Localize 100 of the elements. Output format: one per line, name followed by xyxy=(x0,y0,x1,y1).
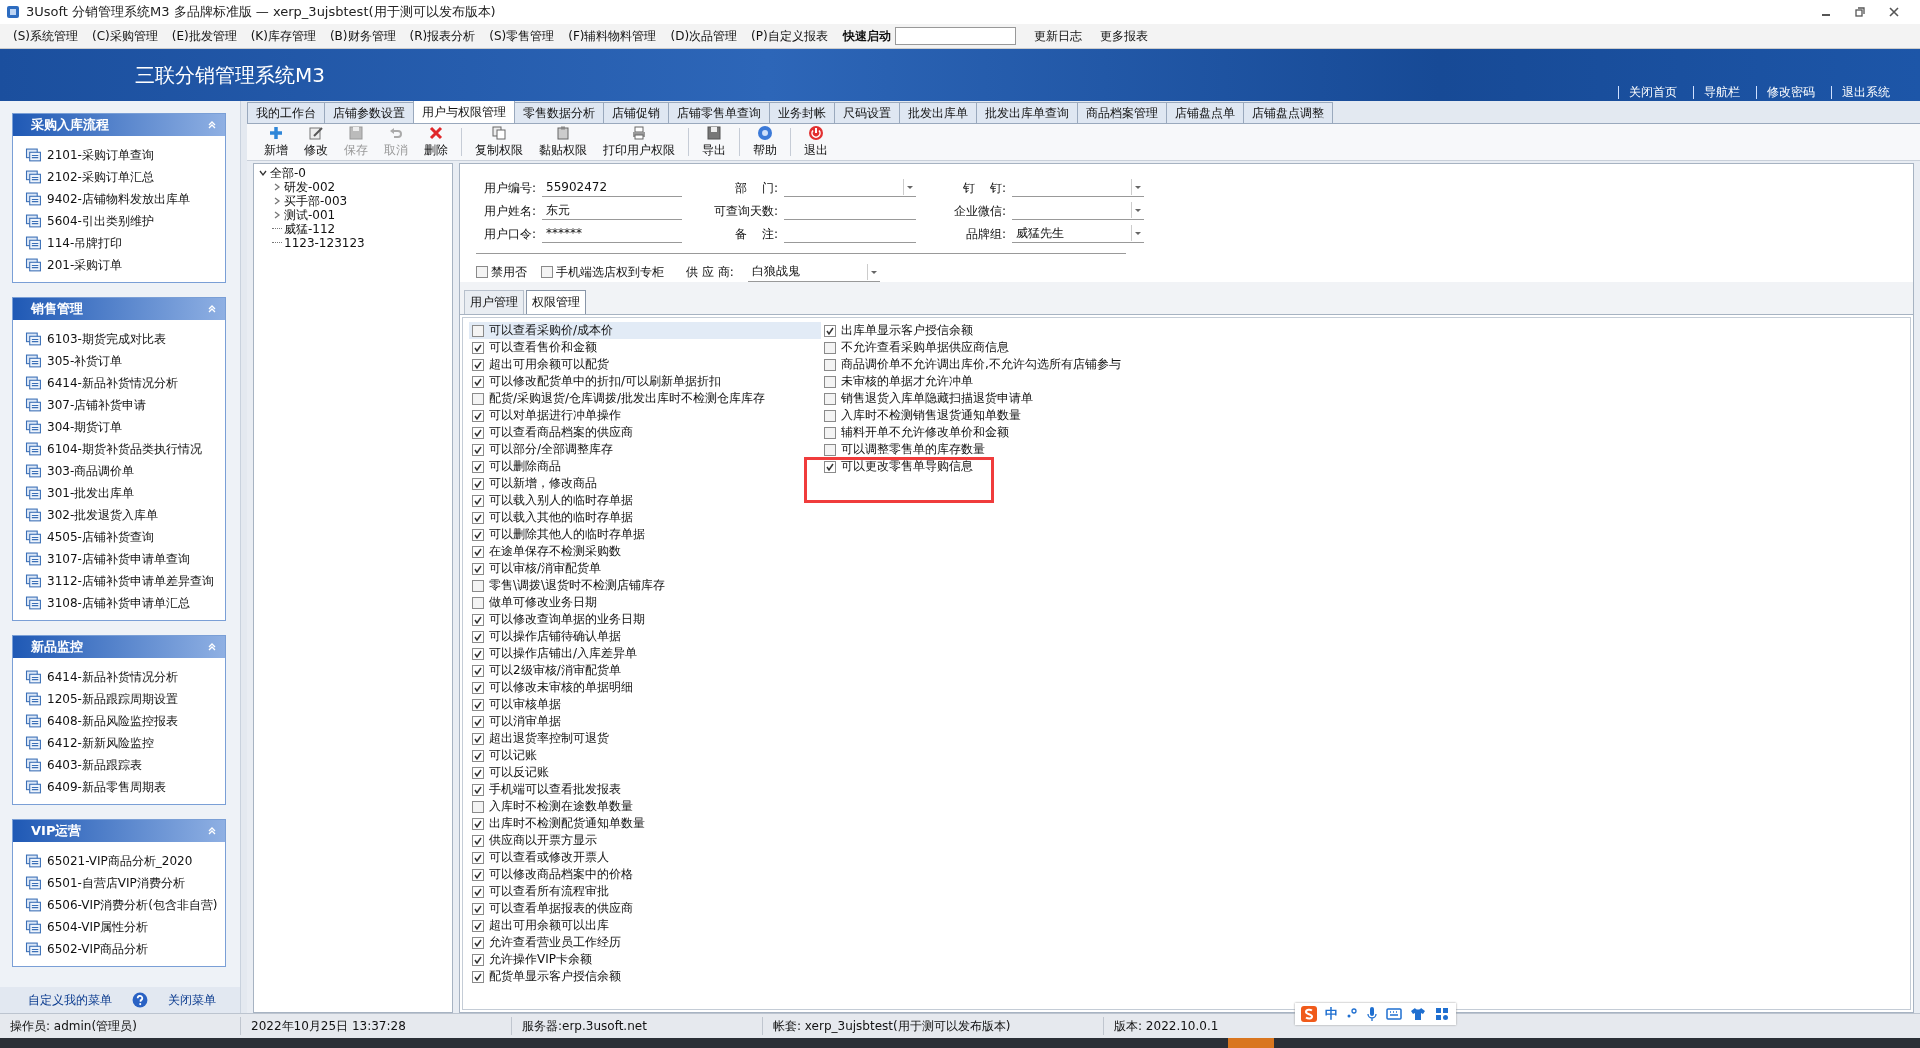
menu-item[interactable]: 6504-VIP属性分析 xyxy=(47,918,149,936)
toolbar-button[interactable]: 导出 xyxy=(695,124,733,160)
checkbox[interactable] xyxy=(472,494,484,507)
permission-row[interactable]: 可以修改配货单中的折扣/可以刷新单据折扣 xyxy=(469,373,821,390)
checkbox[interactable] xyxy=(472,392,484,405)
checkbox[interactable] xyxy=(824,443,836,456)
permission-row[interactable]: 在途单保存不检测采购数 xyxy=(469,543,821,560)
toolbar-button[interactable]: 黏贴权限 xyxy=(532,124,594,160)
permission-row[interactable]: 可以对单据进行冲单操作 xyxy=(469,407,821,424)
menu-item[interactable]: 303-商品调价单 xyxy=(47,462,135,480)
checkbox[interactable] xyxy=(824,375,836,388)
menu-item[interactable]: 2101-采购订单查询 xyxy=(47,146,154,164)
menu-item[interactable]: 2102-采购订单汇总 xyxy=(47,168,154,186)
checkbox[interactable] xyxy=(472,715,484,728)
checkbox[interactable] xyxy=(472,324,484,337)
toolbar-button[interactable]: 修改 xyxy=(297,124,335,160)
permission-row[interactable]: 辅料开单不允许修改单价和金额 xyxy=(821,424,1121,441)
checkbox[interactable] xyxy=(472,596,484,609)
permission-row[interactable]: 配货单显示客户授信余额 xyxy=(469,968,821,985)
permission-row[interactable]: 可以删除商品 xyxy=(469,458,821,475)
checkbox[interactable] xyxy=(824,460,836,473)
restore-icon[interactable] xyxy=(1854,6,1866,18)
menu-item[interactable]: 6104-期货补货品类执行情况 xyxy=(47,440,202,458)
checkbox[interactable] xyxy=(472,817,484,830)
tab[interactable]: 权限管理 xyxy=(526,290,586,314)
permission-row[interactable]: 可以删除其他人的临时存单据 xyxy=(469,526,821,543)
permission-row[interactable]: 可以操作店铺待确认单据 xyxy=(469,628,821,645)
menu-item[interactable]: 6408-新品风险监控报表 xyxy=(47,712,178,730)
checkbox[interactable] xyxy=(824,409,836,422)
checkbox[interactable] xyxy=(472,460,484,473)
menu-group-header[interactable]: VIP运营 xyxy=(13,820,225,842)
dropdown-arrow-icon[interactable] xyxy=(1131,225,1144,241)
permission-row[interactable]: 超出可用余额可以配货 xyxy=(469,356,821,373)
permission-row[interactable]: 可以审核/消审配货单 xyxy=(469,560,821,577)
shirt-icon[interactable] xyxy=(1410,1006,1426,1022)
menu-item[interactable]: (K)库存管理 xyxy=(243,27,323,45)
menu-group-header[interactable]: 新品监控 xyxy=(13,636,225,658)
permission-row[interactable]: 可以部分/全部调整库存 xyxy=(469,441,821,458)
permission-row[interactable]: 未审核的单据才允许冲单 xyxy=(821,373,1121,390)
permission-row[interactable]: 可以审核单据 xyxy=(469,696,821,713)
menu-item[interactable]: 305-补货订单 xyxy=(47,352,123,370)
menu-item[interactable]: 6412-新新风险监控 xyxy=(47,734,154,752)
checkbox[interactable] xyxy=(472,800,484,813)
permission-row[interactable]: 入库时不检测在途数单数量 xyxy=(469,798,821,815)
menu-item[interactable]: 3112-店铺补货申请单差异查询 xyxy=(47,572,214,590)
checkbox[interactable] xyxy=(472,681,484,694)
menu-item[interactable]: (C)采购管理 xyxy=(85,27,165,45)
checkbox[interactable] xyxy=(472,766,484,779)
menu-item[interactable]: 6103-期货完成对比表 xyxy=(47,330,166,348)
checkbox[interactable] xyxy=(824,358,836,371)
permission-row[interactable]: 可以记账 xyxy=(469,747,821,764)
checkbox[interactable] xyxy=(472,749,484,762)
tab[interactable]: 用户管理 xyxy=(464,290,524,314)
dropdown-field[interactable]: 威猛先生 xyxy=(1012,224,1144,243)
menu-item[interactable]: 304-期货订单 xyxy=(47,418,123,436)
menu-item[interactable]: 6409-新品零售周期表 xyxy=(47,778,166,796)
toolbar-button[interactable]: 打印用户权限 xyxy=(596,124,682,160)
expand-icon[interactable] xyxy=(258,168,268,178)
checkbox[interactable] xyxy=(476,266,488,278)
toolbar-button[interactable]: 新增 xyxy=(257,124,295,160)
permission-row[interactable]: 超出退货率控制可退货 xyxy=(469,730,821,747)
selected-row[interactable]: 可以查看采购价/成本价 xyxy=(469,322,821,339)
tab[interactable]: 店铺参数设置 xyxy=(324,102,414,123)
menu-item[interactable]: 4505-店铺补货查询 xyxy=(47,528,154,546)
menu-item[interactable]: (S)系统管理 xyxy=(6,27,85,45)
menu-item[interactable]: (R)报表分析 xyxy=(402,27,483,45)
dropdown-field[interactable] xyxy=(1012,201,1144,220)
tab[interactable]: 店铺盘点单 xyxy=(1166,102,1244,123)
permission-row[interactable]: 出库单显示客户授信余额 xyxy=(821,322,1121,339)
checkbox[interactable] xyxy=(472,409,484,422)
menu-item[interactable]: 1205-新品跟踪周期设置 xyxy=(47,690,178,708)
checkbox[interactable] xyxy=(472,885,484,898)
dropdown-arrow-icon[interactable] xyxy=(866,263,880,280)
menu-item[interactable]: (D)次品管理 xyxy=(663,27,745,45)
dropdown-arrow-icon[interactable] xyxy=(1131,179,1144,195)
permission-row[interactable]: 允许查看营业员工作经历 xyxy=(469,934,821,951)
tab[interactable]: 我的工作台 xyxy=(247,102,325,123)
tab[interactable]: 业务封帐 xyxy=(769,102,835,123)
checkbox[interactable] xyxy=(472,868,484,881)
permission-row[interactable]: 可以调整零售单的库存数量 xyxy=(821,441,1121,458)
checkbox[interactable] xyxy=(472,834,484,847)
checkbox[interactable] xyxy=(472,630,484,643)
grid-icon[interactable] xyxy=(1434,1006,1450,1022)
checkbox[interactable] xyxy=(472,851,484,864)
permission-row[interactable]: 入库时不检测销售退货通知单数量 xyxy=(821,407,1121,424)
menu-item[interactable]: 6403-新品跟踪表 xyxy=(47,756,142,774)
checkbox[interactable] xyxy=(472,341,484,354)
menu-item[interactable]: (E)批发管理 xyxy=(164,27,244,45)
permission-row[interactable]: 可以载入其他的临时存单据 xyxy=(469,509,821,526)
menu-item[interactable]: 6502-VIP商品分析 xyxy=(47,940,149,958)
dropdown-arrow-icon[interactable] xyxy=(1131,202,1144,218)
keyboard-icon[interactable] xyxy=(1386,1006,1402,1022)
tab[interactable]: 尺码设置 xyxy=(834,102,900,123)
tab[interactable]: 商品档案管理 xyxy=(1077,102,1167,123)
customize-menu-link[interactable]: 自定义我的菜单 xyxy=(28,991,112,1009)
help-icon[interactable] xyxy=(132,992,148,1008)
header-link[interactable]: 退出系统 xyxy=(1831,86,1900,99)
permission-row[interactable]: 商品调价单不允许调出库价,不允许勾选所有店铺参与 xyxy=(821,356,1121,373)
checkbox[interactable] xyxy=(472,477,484,490)
permission-row[interactable]: 供应商以开票方显示 xyxy=(469,832,821,849)
